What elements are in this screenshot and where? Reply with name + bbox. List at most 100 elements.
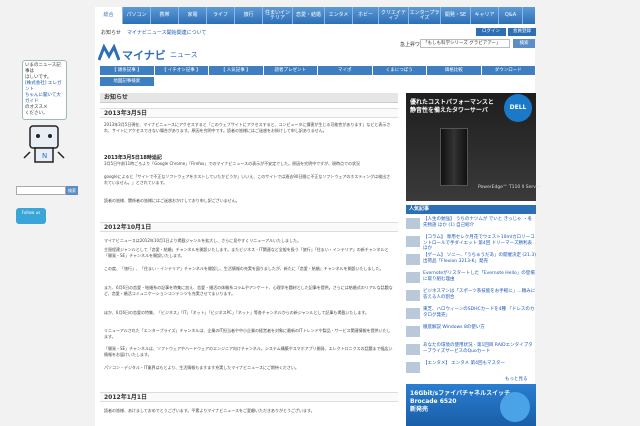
svg-text:N: N	[42, 152, 47, 160]
ranking-thumbnail	[406, 326, 420, 337]
ranking-text[interactable]: 【人生の勉強】 うちのナツムが でいと きっじゃ ・冬先物語 ほか (1) 自己…	[423, 217, 536, 228]
category-item[interactable]: 【 イチオシ記事 】	[154, 66, 209, 76]
ranking-item[interactable]: Evernoteがリスタートした「Evernote Hello」の登場に取り組む…	[406, 271, 536, 285]
ranking-item[interactable]: 【コラム】 専用セレク月花でウェスト10mlカロリーコントロールで手ダイエット …	[406, 235, 536, 252]
nav-item[interactable]: ホビー	[353, 7, 379, 24]
left-search-input[interactable]	[16, 186, 66, 195]
nav-item[interactable]: エンタープライズ	[409, 7, 441, 24]
ranking-thumbnail	[406, 254, 420, 265]
paragraph: 読者の皆様、あけましておめでとうございます。平素よりマイナビニュースをご愛顧いた…	[104, 408, 315, 413]
nav-item[interactable]: パソコン	[123, 7, 151, 24]
ad-line: Brocade 6520	[410, 398, 457, 405]
nav-item[interactable]: 開発・SE	[441, 7, 471, 24]
nav-item[interactable]: 総合	[95, 7, 123, 24]
paragraph: 2013年3月5日現在、マイナビニュースにアクセスすると「このウェブサイトにアク…	[104, 122, 391, 133]
news-label: お知らせ	[101, 30, 121, 36]
section-subheading: 2013年3月5日18時追記	[104, 155, 162, 161]
bubble-line: いまのニュース記事は	[25, 63, 61, 74]
section-heading: 2012年1月1日	[100, 392, 398, 402]
ranking-text[interactable]: 【コラム】 専用セレク月花でウェスト10mlカロリーコントロールで手ダイエット …	[423, 235, 536, 252]
ranking-text[interactable]: 【ゲーム】 ソニー、「うちゅうだあ」の開催決定 (21.3) 出荷品「Flexi…	[423, 253, 536, 264]
ranking-thumbnail	[406, 362, 420, 373]
nav-item[interactable]: 家電	[179, 7, 207, 24]
paragraph: 主過程建ジャンルとして「恋愛・結婚」チャンネルを開設いたします。またビジネス・I…	[104, 247, 389, 258]
paragraph: また、6月6日の恋愛・結婚系の記事を特集に加え、恋愛・婚活の体験系コラムやアンケ…	[104, 285, 393, 296]
news-link[interactable]: マイナビニュース開始関連について	[127, 29, 207, 36]
paragraph: 「開発・SE」チャンネルは、ソフトウェアやハードウェアのエンジニア向けチャンネル…	[104, 346, 393, 357]
ranking-item[interactable]: 【エンタメ】 エンタメ 第4回もマスター	[406, 361, 536, 375]
ranking-item[interactable]: ビジネスマンは「スポーツ系技能をお手軽に」…頼みに答える人の割合	[406, 289, 536, 303]
category-item[interactable]: 【 頭条記事 】	[100, 66, 155, 76]
nav-item[interactable]: キャリア	[471, 7, 499, 24]
ranking-item[interactable]: あなたの環境の使用状況 - 第1回目 RAIDエンタイプタープライズサービスのQ…	[406, 343, 536, 357]
ranking-text[interactable]: Evernoteがリスタートした「Evernote Hello」の登場に取り組む…	[423, 271, 536, 282]
register-button[interactable]: 会員登録	[508, 28, 536, 36]
ranking-more-link[interactable]: もっと見る	[505, 376, 528, 382]
nav-item[interactable]: クリエイティブ	[379, 7, 409, 24]
ranking-thumbnail	[406, 308, 420, 319]
category-item[interactable]: ダウンロード	[481, 66, 536, 76]
bubble-link[interactable]: [株式会社] エレガント	[25, 81, 64, 93]
paragraph: 3月5日午前11時ごろより「Google Chrome」「Firefox」でのマ…	[104, 161, 361, 166]
nav-item[interactable]: 住まいインテリア	[263, 7, 293, 24]
site-logo[interactable]: マイナビ ニュース	[98, 44, 198, 64]
mascot-robot-icon[interactable]: N	[22, 122, 66, 168]
paragraph: この度、「旅行」、「住まい・インテリア」チャンネルを開設し、生活情報の充実を図り…	[104, 266, 384, 271]
ranking-text[interactable]: ビジネスマンは「スポーツ系技能をお手軽に」…頼みに答える人の割合	[423, 289, 536, 300]
nav-item[interactable]: エンタメ	[325, 7, 353, 24]
nav-item[interactable]: 恋愛・結婚	[293, 7, 325, 24]
ranking-item[interactable]: 【人生の勉強】 うちのナツムが でいと きっじゃ ・冬先物語 ほか (1) 自己…	[406, 217, 536, 231]
category-item[interactable]: 読者プレゼント	[263, 66, 318, 76]
twitter-follow-badge[interactable]: Follow us	[16, 208, 46, 224]
nav-item[interactable]: 旅行	[235, 7, 263, 24]
paragraph: 読者の皆様、関係者の皆様にはご迷惑おかけしており申し訳ございません。	[104, 198, 240, 203]
ad-line: 新発売	[410, 406, 429, 413]
paragraph: リニューアルされた「エンタープライズ」チャンネルは、企業のIT担当者や中小企業の…	[104, 328, 391, 339]
ranking-text[interactable]: あなたの環境の使用状況 - 第1回目 RAIDエンタイプタープライズサービスのQ…	[423, 343, 536, 354]
category-item[interactable]: 価格比較	[427, 66, 482, 76]
category-bar: 【 頭条記事 】 【 イチオシ記事 】 【 人気記事 】 読者プレゼント マイポ…	[100, 66, 536, 88]
ranking-heading: 人気記事	[406, 205, 536, 214]
paragraph: パソコン・デジタル・IT業界はもとより、生活情報もますます充実したマイナビニュー…	[104, 365, 299, 370]
server-icon	[440, 128, 468, 186]
dell-logo: DELL	[504, 94, 532, 122]
category-item[interactable]: くまにつぼう	[372, 66, 427, 76]
paragraph: マイナビニュースは2012年10月1日より掲載ジャンルを拡大し、さらに見やすくリ…	[104, 238, 302, 243]
ad-line: 16Gbit/sファイバチャネルスイッチ	[410, 390, 511, 397]
nav-item[interactable]: ライフ	[207, 7, 235, 24]
section-heading: 2012年10月1日	[100, 222, 398, 232]
ranking-thumbnail	[406, 218, 420, 229]
ranking-item[interactable]: 【ゲーム】 ソニー、「うちゅうだあ」の開催決定 (21.3) 出荷品「Flexi…	[406, 253, 536, 267]
ranking-text[interactable]: 【エンタメ】 エンタメ 第4回もマスター	[423, 361, 536, 367]
search-button[interactable]: 検索	[513, 39, 535, 48]
ad-caption: PowerEdge™ T110 II Server	[478, 185, 541, 190]
ranking-text[interactable]: 徹底解説 Windows 8の使い方	[423, 325, 536, 331]
mascot-speech-bubble[interactable]: いまのニュース記事は ほしいです。 [株式会社] エレガント ちゃんに聞いて大ガ…	[22, 60, 67, 120]
logo-subtext: ニュース	[170, 51, 198, 59]
ranking-thumbnail	[406, 236, 420, 247]
category-item[interactable]: 地図記事検索	[100, 77, 155, 87]
top-nav: 総合 パソコン 携帯 家電 ライフ 旅行 住まいインテリア 恋愛・結婚 エンタメ…	[95, 7, 535, 24]
search-input[interactable]: 「もしも科学シリーズ グラビアアー」	[420, 39, 510, 48]
category-item[interactable]: マイポ	[318, 66, 373, 76]
section-heading: 2013年3月5日	[100, 108, 398, 118]
paragraph: googleによると「サイトで不正なソフトウェアをホストしていたかどうか」いいえ…	[104, 174, 391, 185]
ranking-item[interactable]: 徹底解説 Windows 8の使い方	[406, 325, 536, 339]
bubble-link[interactable]: ちゃんに聞いて大ガイド	[25, 93, 64, 105]
ad-line: 優れたコストパフォーマンスと	[410, 99, 494, 106]
login-button[interactable]: ログイン	[476, 28, 506, 36]
ranking-text[interactable]: 東芝、ハロウィーンのSDHCカードを4種 「ドレスのカタログ発売」	[423, 307, 536, 318]
content-title: お知らせ	[100, 93, 398, 103]
ranking-thumbnail	[406, 290, 420, 301]
ad-text: 16Gbit/sファイバチャネルスイッチ Brocade 6520 新発売	[410, 390, 510, 414]
nav-item[interactable]: 携帯	[151, 7, 179, 24]
ad-text: 優れたコストパフォーマンスと 静音性を備えたタワーサーバ	[410, 99, 500, 115]
logo-text: マイナビ	[122, 49, 166, 62]
left-search-button[interactable]: 検索	[66, 186, 78, 195]
logo-mark-icon	[98, 44, 120, 61]
category-item[interactable]: 【 人気記事 】	[209, 66, 264, 76]
ranking-thumbnail	[406, 344, 420, 355]
nav-item[interactable]: Q&A	[499, 7, 523, 24]
bubble-line: ください。	[25, 111, 48, 116]
ranking-item[interactable]: 東芝、ハロウィーンのSDHCカードを4種 「ドレスのカタログ発売」	[406, 307, 536, 321]
